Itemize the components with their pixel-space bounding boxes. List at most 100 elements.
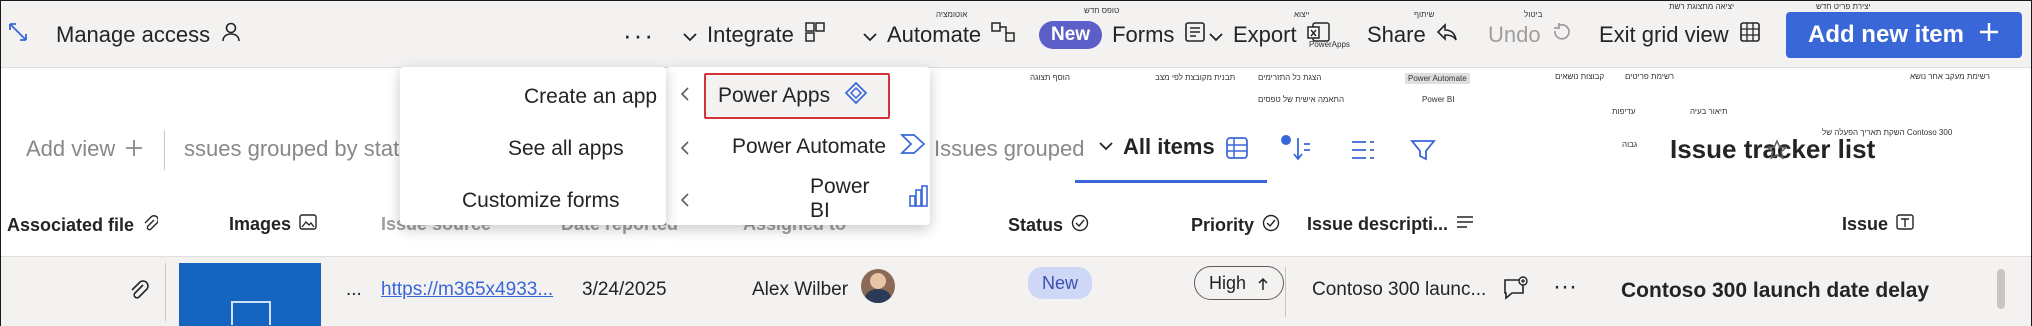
- power-automate-caption: Power Automate: [1405, 73, 1470, 84]
- column-label: Priority: [1191, 215, 1255, 235]
- vertical-scrollbar[interactable]: [1997, 269, 2005, 309]
- exit-grid-view-tooltip: יציאה מתצוגת רשת: [1669, 2, 1735, 11]
- share-tooltip: שיתוף: [1414, 10, 1435, 19]
- tab-issues-by-status[interactable]: ssues grouped by status: [184, 136, 422, 162]
- column-label: Issue: [1842, 214, 1889, 234]
- cell-separator: [165, 263, 166, 321]
- chevron-left-icon: [680, 87, 690, 106]
- forms-button[interactable]: New Forms: [1039, 15, 1206, 55]
- row-more-icon[interactable]: ···: [1553, 273, 1577, 301]
- power-bi-icon: [908, 184, 930, 214]
- undo-button[interactable]: Undo: [1488, 15, 1573, 55]
- integrate-button[interactable]: Integrate: [683, 15, 826, 55]
- choice-column-icon: [1071, 214, 1089, 237]
- avatar: [861, 269, 895, 303]
- more-button[interactable]: ···: [623, 15, 655, 55]
- chevron-down-icon: [1209, 22, 1223, 48]
- column-label: Status: [1008, 215, 1064, 235]
- new-badge: New: [1039, 21, 1103, 49]
- cell-separator: [1285, 267, 1286, 317]
- export-button[interactable]: Export: [1209, 15, 1331, 55]
- menu-item-create-app[interactable]: Create an app: [524, 73, 657, 121]
- menu-item-label: See all apps: [508, 137, 624, 160]
- column-header-images[interactable]: Images: [229, 214, 317, 235]
- description-hint: תיאור בעיה: [1690, 107, 1728, 116]
- forms-label: Forms: [1112, 22, 1175, 47]
- undo-label: Undo: [1488, 22, 1541, 47]
- image-placeholder-icon: [231, 301, 271, 325]
- table-row[interactable]: Contoso 300 launch date delay ··· Contos…: [1, 257, 2031, 326]
- date-reported-cell[interactable]: 3/24/2025: [582, 279, 667, 301]
- menu-item-customize-forms[interactable]: Customize forms: [462, 177, 620, 225]
- column-header-issue[interactable]: Issue: [1842, 214, 1914, 235]
- menu-item-label: Create an app: [524, 85, 658, 108]
- image-thumbnail[interactable]: [179, 263, 321, 326]
- choice-column-icon: [1262, 214, 1280, 237]
- priority-pill: High: [1194, 266, 1285, 300]
- menu-item-label: Power Apps: [718, 84, 831, 107]
- menu-item-see-all-apps[interactable]: See all apps: [508, 125, 624, 173]
- share-button[interactable]: Share: [1367, 15, 1458, 55]
- column-header-priority[interactable]: Priority: [1191, 214, 1280, 237]
- flow-hint-2: תבנית מקובצת לפי מצב: [1155, 73, 1236, 82]
- group-by-icon[interactable]: [1350, 138, 1376, 167]
- filter-icon[interactable]: [1410, 138, 1436, 167]
- share-icon: [1436, 21, 1458, 49]
- add-view-button[interactable]: Add view: [26, 136, 115, 162]
- multiline-text-icon: [1456, 214, 1474, 235]
- power-apps-submenu: Create an app See all apps Customize for…: [400, 67, 666, 225]
- assigned-to-cell[interactable]: Alex Wilber: [752, 279, 848, 301]
- integrate-menu: Power Apps Power Automate Power BI: [666, 67, 930, 225]
- manage-access-button[interactable]: Manage access: [56, 15, 242, 55]
- column-label: Issue descripti...: [1307, 214, 1449, 234]
- column-header-status[interactable]: Status: [1008, 214, 1089, 237]
- chevron-down-icon: [683, 22, 697, 48]
- attachment-icon[interactable]: [127, 277, 149, 306]
- menu-item-power-apps[interactable]: Power Apps: [704, 73, 890, 119]
- exit-grid-view-button[interactable]: Exit grid view: [1599, 15, 1761, 55]
- command-bar: Add new item יצירת פריט חדש Exit grid vi…: [1, 1, 2031, 68]
- flow-hint-3: הוסף תצוגה: [1030, 73, 1070, 82]
- high-hint: גבוה: [1622, 140, 1638, 149]
- automate-button[interactable]: Automate: [863, 15, 1015, 55]
- automate-tooltip: אוטומציה: [936, 10, 968, 19]
- forms-icon: [1184, 21, 1206, 49]
- issue-cell[interactable]: Contoso 300 launch date delay: [1621, 279, 1929, 303]
- add-new-item-tooltip: יצירת פריט חדש: [1816, 2, 1871, 11]
- power-apps-icon: [844, 81, 868, 111]
- add-new-item-button[interactable]: Add new item: [1786, 12, 2022, 58]
- status-cell[interactable]: New: [1028, 267, 1093, 299]
- expand-button[interactable]: [7, 15, 29, 55]
- tab-all-items[interactable]: All items: [1075, 120, 1267, 183]
- issue-source-link[interactable]: https://m365x4933...: [381, 279, 553, 301]
- list-items-hint: רשימת פריטים: [1625, 72, 1675, 81]
- export-tooltip: ייצוא: [1294, 10, 1310, 19]
- favorite-star-icon[interactable]: [1766, 139, 1788, 166]
- column-header-description[interactable]: Issue descripti...: [1307, 214, 1474, 235]
- image-icon: [299, 214, 317, 235]
- add-view-plus-icon[interactable]: [124, 138, 144, 163]
- forms-tooltip: טופס חדש: [1084, 6, 1120, 15]
- apps-icon: [804, 21, 826, 49]
- menu-item-power-automate[interactable]: Power Automate: [732, 123, 926, 171]
- column-header-associated-files[interactable]: Associated file: [7, 214, 159, 237]
- grid-icon: [1739, 21, 1761, 49]
- priority-hint: עדיפות: [1612, 107, 1636, 116]
- description-cell[interactable]: Contoso 300 launc...: [1312, 279, 1486, 301]
- menu-item-power-bi[interactable]: Power BI: [810, 175, 930, 223]
- add-comment-icon[interactable]: [1501, 275, 1529, 308]
- sort-icon[interactable]: [1278, 132, 1312, 169]
- paperclip-icon: [142, 214, 159, 237]
- undo-tooltip: ביטול: [1524, 10, 1543, 19]
- priority-cell[interactable]: High: [1194, 266, 1285, 300]
- share-label: Share: [1367, 22, 1426, 47]
- chevron-down-icon: [1099, 138, 1113, 156]
- tab-issues-grouped[interactable]: Issues grouped: [934, 136, 1084, 162]
- integrate-label: Integrate: [707, 22, 794, 47]
- menu-item-label: Power BI: [810, 175, 870, 222]
- power-apps-caption: PowerApps: [1309, 40, 1350, 49]
- chevron-down-icon: [863, 22, 877, 48]
- tab-all-items-label: All items: [1123, 134, 1215, 159]
- chevron-left-icon: [680, 141, 690, 160]
- add-new-item-label: Add new item: [1807, 21, 1964, 48]
